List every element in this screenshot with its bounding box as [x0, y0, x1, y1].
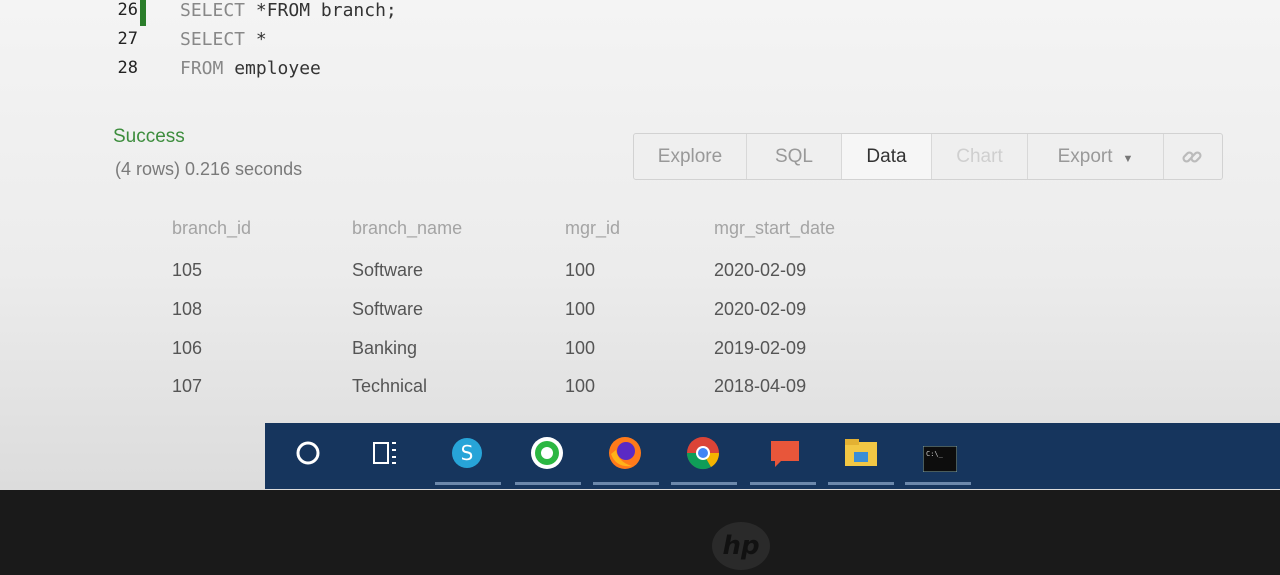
active-app-indicator [828, 482, 894, 485]
result-toolbar: Explore SQL Data Chart Export ▼ [633, 133, 1223, 180]
active-app-indicator [593, 482, 659, 485]
sql-editor[interactable]: 26 SELECT *FROM branch; 27 SELECT * 28 F… [0, 0, 700, 98]
skype-icon[interactable]: S [447, 433, 487, 473]
terminal-icon[interactable]: C:\_ [920, 439, 960, 479]
code-line: 26 SELECT *FROM branch; [0, 0, 700, 28]
active-app-indicator [671, 482, 737, 485]
table-cell: 2020-02-09 [714, 260, 807, 280]
hp-logo: hp [712, 522, 770, 570]
table-cell: 106 [172, 338, 203, 358]
code-text: FROM employee [180, 58, 321, 79]
active-app-indicator [435, 482, 501, 485]
table-cell: 100 [565, 299, 596, 319]
code-line: 27 SELECT * [0, 29, 700, 57]
tab-explore[interactable]: Explore [634, 134, 747, 179]
table-cell: Software [352, 299, 424, 319]
file-explorer-icon[interactable] [841, 433, 881, 473]
line-number: 27 [117, 29, 138, 49]
line-number: 28 [117, 58, 138, 78]
code-line: 28 FROM employee [0, 58, 700, 86]
svg-text:S: S [461, 441, 474, 465]
table-cell: 100 [565, 260, 596, 280]
status-success: Success [113, 126, 185, 147]
table-cell: Banking [352, 338, 418, 358]
line-number: 26 [117, 0, 138, 20]
table-cell: 2020-02-09 [714, 299, 807, 319]
result-summary: (4 rows) 0.216 seconds [115, 159, 303, 179]
tab-chart[interactable]: Chart [932, 134, 1028, 179]
table-cell: 107 [172, 376, 203, 396]
export-dropdown[interactable]: Export ▼ [1028, 134, 1164, 179]
table-cell: 100 [565, 338, 596, 358]
chevron-down-icon: ▼ [1122, 153, 1134, 165]
table-cell: Technical [352, 376, 428, 396]
column-header[interactable]: branch_name [352, 218, 462, 239]
export-label: Export [1057, 146, 1113, 167]
active-app-indicator [750, 482, 816, 485]
table-cell: 105 [172, 260, 203, 280]
column-header[interactable]: branch_id [172, 218, 251, 239]
column-header[interactable]: mgr_id [565, 218, 620, 239]
tab-data[interactable]: Data [842, 134, 932, 179]
link-icon[interactable] [1181, 146, 1203, 168]
tab-sql[interactable]: SQL [747, 134, 842, 179]
table-cell: 2019-02-09 [714, 338, 807, 358]
text-cursor [140, 0, 146, 26]
cortana-icon[interactable] [288, 433, 328, 473]
active-app-indicator [515, 482, 581, 485]
firefox-icon[interactable] [605, 433, 645, 473]
windows-taskbar: S C:\_ [265, 423, 1280, 489]
chrome-icon[interactable] [683, 433, 723, 473]
task-view-icon[interactable] [365, 433, 405, 473]
column-header[interactable]: mgr_start_date [714, 218, 835, 239]
table-cell: 2018-04-09 [714, 376, 807, 396]
active-app-indicator [905, 482, 971, 485]
code-text: SELECT *FROM branch; [180, 0, 397, 21]
svg-text:C:\_: C:\_ [926, 450, 944, 458]
whatsapp-icon[interactable] [527, 433, 567, 473]
code-text: SELECT * [180, 29, 267, 50]
powerpoint-icon[interactable] [765, 433, 805, 473]
screen: 26 SELECT *FROM branch; 27 SELECT * 28 F… [0, 0, 1280, 490]
table-cell: 108 [172, 299, 203, 319]
table-cell: 100 [565, 376, 596, 396]
table-cell: Software [352, 260, 424, 280]
